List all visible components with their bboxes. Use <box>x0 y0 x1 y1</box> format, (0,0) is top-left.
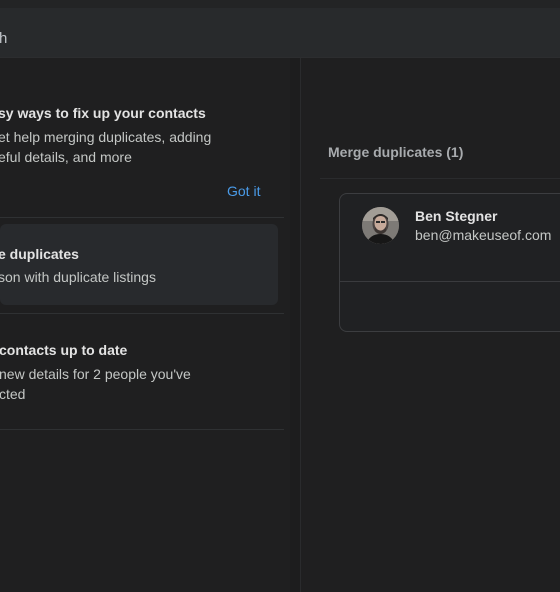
tips-desc-line1: et help merging duplicates, adding <box>0 129 212 145</box>
avatar <box>362 207 399 244</box>
search-bar[interactable]: h <box>0 8 560 58</box>
got-it-button[interactable]: Got it <box>227 183 260 199</box>
divider <box>0 429 284 430</box>
divider <box>0 217 284 218</box>
tips-title: sy ways to fix up your contacts <box>0 105 206 121</box>
merge-duplicates-header: Merge duplicates (1) <box>328 144 464 160</box>
card-divider <box>340 281 560 282</box>
column-separator <box>300 58 301 592</box>
update-contacts-title[interactable]: contacts up to date <box>0 342 127 358</box>
divider <box>0 313 284 314</box>
duplicates-desc: son with duplicate listings <box>0 269 156 285</box>
divider <box>320 178 560 179</box>
suggestions-column: sy ways to fix up your contacts et help … <box>0 58 286 592</box>
update-contacts-desc-line1: new details for 2 people you've <box>0 366 191 382</box>
contact-email: ben@makeuseof.com <box>415 227 552 243</box>
duplicate-contact-card[interactable]: Ben Stegner ben@makeuseof.com <box>339 193 560 332</box>
merge-duplicates-card[interactable]: e duplicates son with duplicate listings <box>0 224 278 305</box>
tips-desc-line2: eful details, and more <box>0 149 132 165</box>
top-strip <box>0 0 560 8</box>
column-shadow <box>290 58 300 592</box>
avatar-photo-icon <box>362 207 399 244</box>
update-contacts-desc-line2: cted <box>0 386 26 402</box>
contact-name: Ben Stegner <box>415 208 498 224</box>
search-input-text[interactable]: h <box>0 30 7 47</box>
duplicates-title: e duplicates <box>0 246 79 262</box>
